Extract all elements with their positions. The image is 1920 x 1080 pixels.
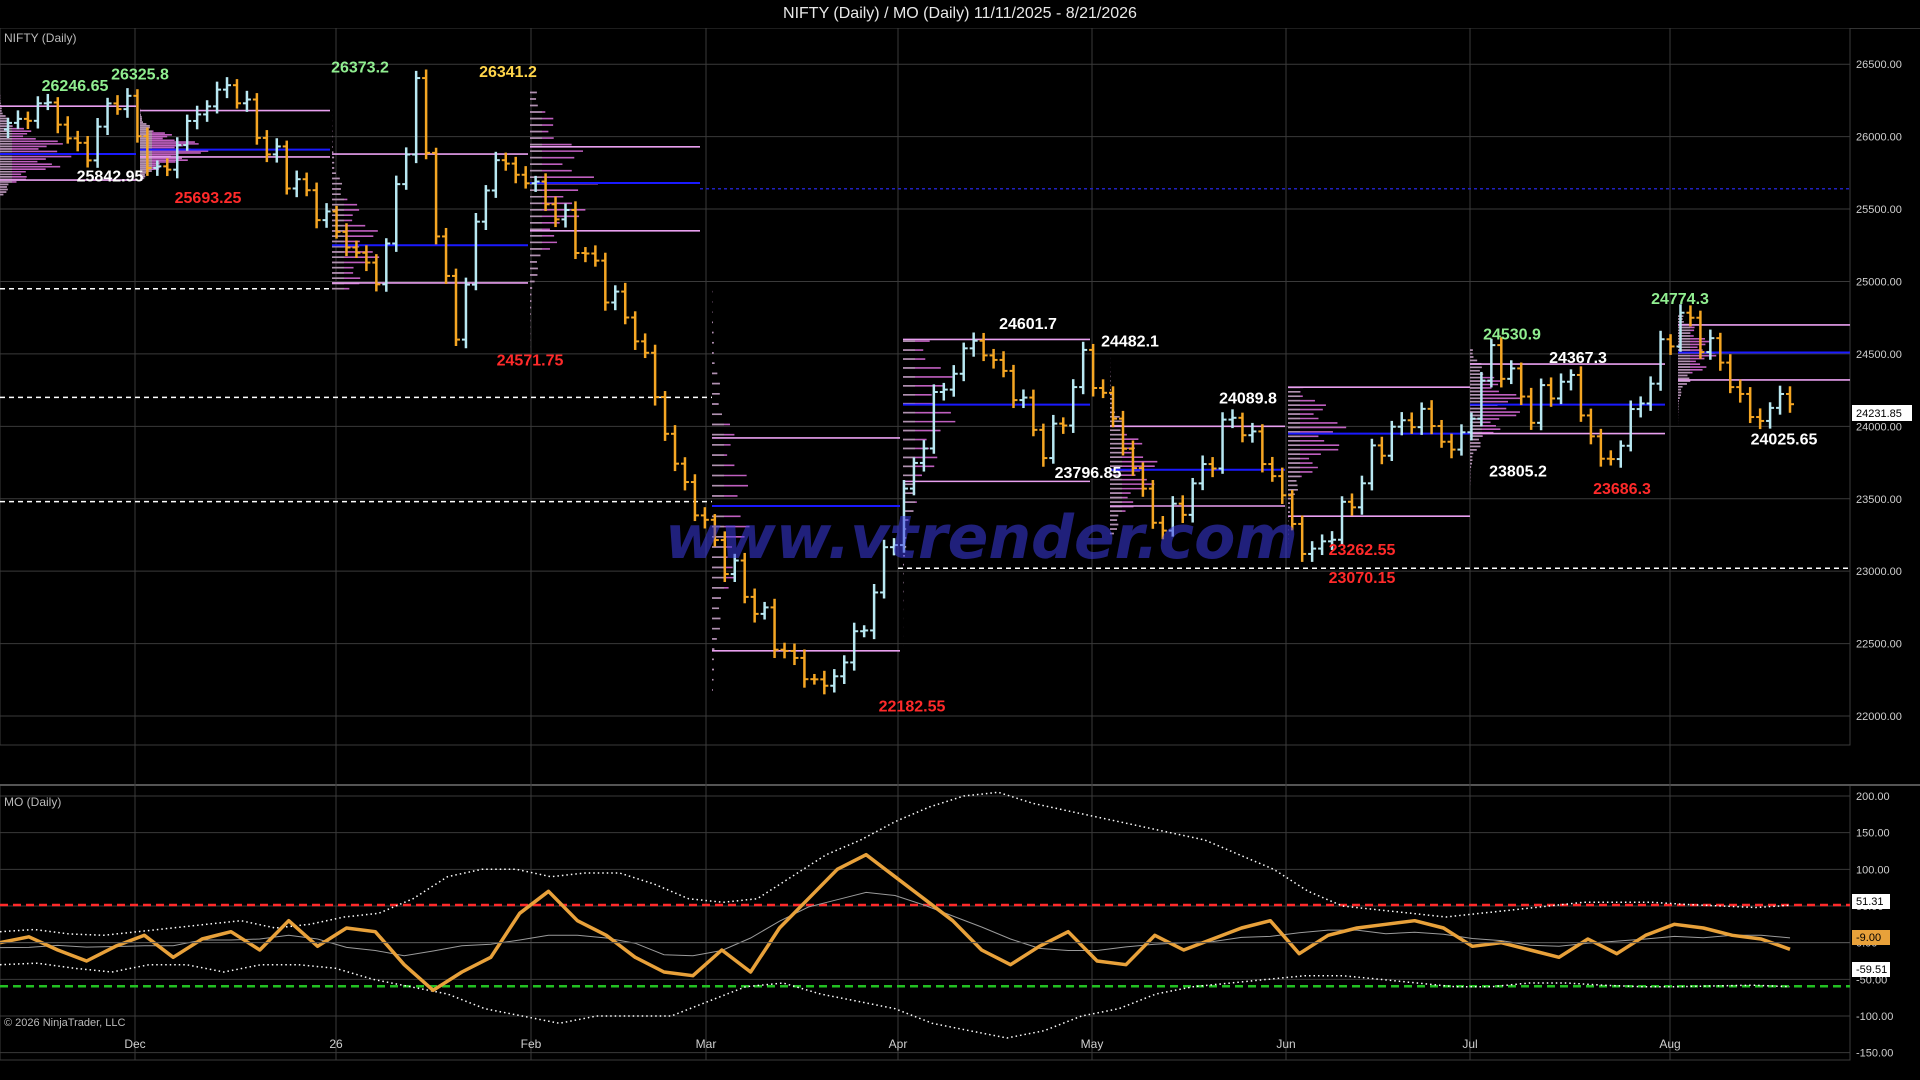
indicator-panel[interactable] [0, 784, 1851, 1061]
mo-upper-value: 51.31 [1856, 896, 1884, 908]
mo-tick-label: -100.00 [1856, 1011, 1893, 1023]
copyright-text: © 2026 NinjaTrader, LLC [4, 1017, 125, 1029]
price-annotation: 26373.2 [331, 60, 389, 77]
x-tick-label: Aug [1659, 1037, 1680, 1051]
window-title: NIFTY (Daily) / MO (Daily) 11/11/2025 - … [0, 0, 1920, 29]
price-annotation: 26246.65 [42, 78, 109, 95]
x-tick-label: Jul [1462, 1037, 1477, 1051]
price-annotation: 23262.55 [1329, 542, 1396, 559]
price-annotation: 23805.2 [1489, 464, 1547, 481]
x-tick-label: Mar [696, 1037, 717, 1051]
price-annotation: 24530.9 [1483, 326, 1541, 343]
price-tick-label: 22000.00 [1856, 711, 1902, 723]
x-tick-label: Apr [889, 1037, 908, 1051]
x-tick-label: Feb [521, 1037, 542, 1051]
price-annotation: 24367.3 [1549, 350, 1607, 367]
price-annotation: 24774.3 [1651, 291, 1709, 308]
price-panel-label: NIFTY (Daily) [4, 31, 76, 45]
price-annotation: 25842.95 [77, 168, 144, 185]
price-tick-label: 25500.00 [1856, 204, 1902, 216]
last-price-tag: 24231.85 [1852, 405, 1912, 421]
price-annotation: 26341.2 [479, 64, 537, 81]
price-tick-label: 22500.00 [1856, 639, 1902, 651]
indicator-panel-label: MO (Daily) [4, 795, 61, 809]
x-tick-label: Jun [1276, 1037, 1295, 1051]
price-annotation: 24025.65 [1751, 432, 1818, 449]
last-price-value: 24231.85 [1856, 408, 1902, 420]
price-tick-label: 26000.00 [1856, 132, 1902, 144]
price-annotation: 24482.1 [1101, 334, 1159, 351]
price-tick-label: 23000.00 [1856, 566, 1902, 578]
price-annotation: 22182.55 [879, 699, 946, 716]
mo-current-tag: -9.00 [1852, 930, 1890, 945]
price-tick-label: 24500.00 [1856, 349, 1902, 361]
price-tick-label: 23500.00 [1856, 494, 1902, 506]
price-annotation: 24571.75 [497, 353, 564, 370]
x-tick-label: May [1081, 1037, 1104, 1051]
mo-tick-label: 100.00 [1856, 864, 1890, 876]
price-annotation: 23796.85 [1055, 465, 1122, 482]
price-annotation: 24089.8 [1219, 390, 1277, 407]
mo-current-value: -9.00 [1856, 932, 1881, 944]
x-tick-label: Dec [124, 1037, 145, 1051]
mo-lower-tag: -59.51 [1852, 962, 1890, 977]
mo-upper-tag: 51.31 [1852, 894, 1890, 909]
price-tick-label: 24000.00 [1856, 421, 1902, 433]
price-annotation: 25693.25 [175, 190, 242, 207]
price-annotation: 23070.15 [1329, 570, 1396, 587]
price-tick-label: 26500.00 [1856, 59, 1902, 71]
price-axis: 22000.00 22500.00 23000.00 23500.00 24000.00… [1856, 59, 1902, 723]
mo-lower-value: -59.51 [1856, 964, 1887, 976]
price-annotation: 23686.3 [1593, 481, 1651, 498]
chart-canvas[interactable]: 26246.6526325.8 25842.95 25693.25 26373.2 26… [0, 28, 1920, 1080]
price-tick-label: 25000.00 [1856, 276, 1902, 288]
price-annotation: 26325.8 [111, 66, 169, 83]
mo-axis: 200.00150.00100.0050.000.00-50.00-100.00… [1856, 791, 1893, 1060]
mo-tick-label: 150.00 [1856, 828, 1890, 840]
watermark: www.vtrender.com [665, 503, 1298, 573]
mo-tick-label: -150.00 [1856, 1048, 1893, 1060]
price-annotation: 24601.7 [999, 316, 1057, 333]
mo-tick-label: 200.00 [1856, 791, 1890, 803]
x-tick-label: 26 [329, 1037, 343, 1051]
